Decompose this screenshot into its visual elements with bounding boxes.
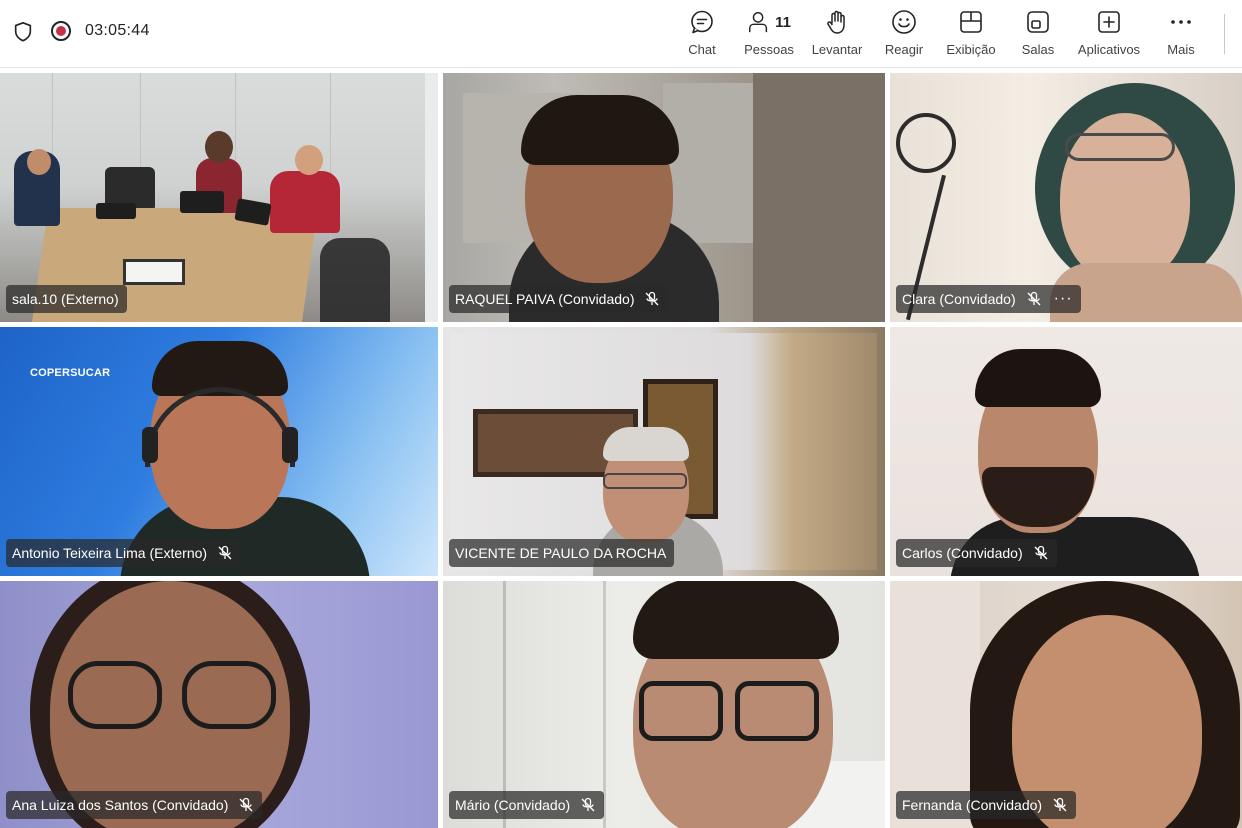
- mic-muted-icon: [645, 291, 659, 306]
- chat-label: Chat: [688, 42, 716, 57]
- view-icon: [960, 11, 982, 33]
- mic-muted-icon: [218, 545, 232, 560]
- video-grid: sala.10 (Externo) RAQUEL PAIVA (Convidad…: [0, 73, 1242, 828]
- video-tile-carlos[interactable]: Carlos (Convidado): [890, 327, 1242, 576]
- video-tile-raquel[interactable]: RAQUEL PAIVA (Convidado): [443, 73, 885, 322]
- raise-hand-icon: [827, 10, 845, 34]
- meeting-timer: 03:05:44: [85, 22, 150, 39]
- participant-name-badge: sala.10 (Externo): [6, 285, 127, 313]
- rooms-icon: [1027, 11, 1049, 33]
- participant-more-options[interactable]: ···: [1054, 290, 1073, 308]
- toolbar-divider: [1224, 14, 1225, 54]
- react-button[interactable]: Reagir: [883, 8, 925, 60]
- more-label: Mais: [1167, 42, 1195, 57]
- video-tile-vicente[interactable]: VICENTE DE PAULO DA ROCHA: [443, 327, 885, 576]
- people-icon: [749, 12, 768, 33]
- participant-name: Mário (Convidado): [455, 797, 571, 813]
- mic-muted-icon: [581, 797, 595, 812]
- participant-name-badge: Fernanda (Convidado): [896, 791, 1077, 819]
- mic-muted-icon: [1053, 797, 1067, 812]
- apps-button[interactable]: Aplicativos: [1076, 8, 1142, 60]
- participant-name-badge: Mário (Convidado): [449, 791, 605, 819]
- participant-name: Fernanda (Convidado): [902, 797, 1043, 813]
- participant-name: Carlos (Convidado): [902, 545, 1023, 561]
- rooms-label: Salas: [1021, 42, 1055, 57]
- participant-name: Antonio Teixeira Lima (Externo): [12, 545, 208, 561]
- video-tile-sala10[interactable]: sala.10 (Externo): [0, 73, 438, 322]
- video-tile-clara[interactable]: Clara (Convidado) ···: [890, 73, 1242, 322]
- participant-name-badge: Antonio Teixeira Lima (Externo): [6, 539, 242, 567]
- participant-name-badge: RAQUEL PAIVA (Convidado): [449, 285, 669, 313]
- video-tile-mario[interactable]: Mário (Convidado): [443, 581, 885, 828]
- mic-muted-icon: [239, 797, 253, 812]
- participant-name-badge: Clara (Convidado) ···: [896, 285, 1081, 313]
- recording-icon: [51, 21, 71, 41]
- participant-name-badge: Ana Luiza dos Santos (Convidado): [6, 791, 263, 819]
- raise-hand-label: Levantar: [811, 42, 863, 57]
- background-logo: COPERSUCAR: [30, 367, 111, 379]
- rooms-button[interactable]: Salas: [1020, 8, 1056, 60]
- react-label: Reagir: [884, 42, 924, 57]
- mic-muted-icon: [1027, 291, 1041, 306]
- shield-icon[interactable]: [12, 21, 34, 43]
- view-button[interactable]: Exibição: [945, 8, 997, 60]
- participant-name: sala.10 (Externo): [12, 291, 119, 307]
- raise-hand-button[interactable]: Levantar: [809, 8, 865, 60]
- video-tile-ana-luiza[interactable]: Ana Luiza dos Santos (Convidado): [0, 581, 438, 828]
- more-icon: [1171, 20, 1191, 24]
- apps-label: Aplicativos: [1077, 42, 1141, 57]
- chat-icon: [691, 10, 713, 34]
- video-tile-antonio[interactable]: COPERSUCAR Antonio Teixeira Lima (Extern…: [0, 327, 438, 576]
- chat-button[interactable]: Chat: [684, 8, 720, 60]
- view-label: Exibição: [946, 42, 996, 57]
- mic-muted-icon: [1034, 545, 1048, 560]
- people-label: Pessoas: [744, 42, 794, 57]
- participant-name: Clara (Convidado): [902, 291, 1016, 307]
- meeting-toolbar: 03:05:44 Chat 11 Pessoas Levantar Reagir…: [0, 0, 1242, 68]
- react-icon: [892, 10, 916, 34]
- people-button[interactable]: 11 Pessoas: [744, 8, 794, 60]
- participant-name: RAQUEL PAIVA (Convidado): [455, 291, 635, 307]
- participant-name: VICENTE DE PAULO DA ROCHA: [455, 545, 667, 561]
- video-tile-fernanda[interactable]: Fernanda (Convidado): [890, 581, 1242, 828]
- participant-name: Ana Luiza dos Santos (Convidado): [12, 797, 229, 813]
- apps-icon: [1098, 11, 1120, 33]
- participant-name-badge: VICENTE DE PAULO DA ROCHA: [449, 539, 675, 567]
- people-count: 11: [775, 13, 791, 31]
- participant-name-badge: Carlos (Convidado): [896, 539, 1057, 567]
- more-button[interactable]: Mais: [1164, 8, 1198, 60]
